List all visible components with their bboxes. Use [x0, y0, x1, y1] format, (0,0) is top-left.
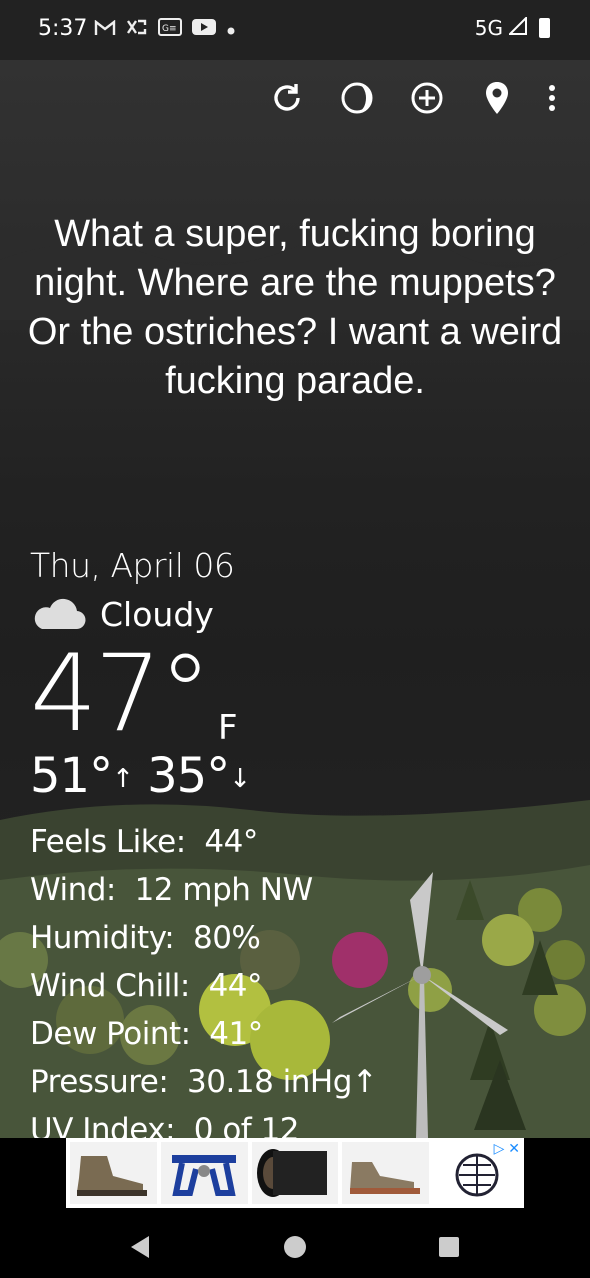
refresh-button[interactable]	[252, 82, 322, 118]
detail-humidity: Humidity: 80%	[30, 920, 261, 956]
temperature-unit: F	[218, 708, 238, 748]
back-icon	[126, 1236, 156, 1266]
up-arrow-icon: ↑	[112, 764, 134, 794]
signal-icon	[507, 15, 527, 40]
youtube-icon	[192, 18, 216, 42]
system-nav-bar	[0, 1218, 590, 1278]
more-vert-icon	[548, 84, 556, 117]
moon-icon	[339, 80, 375, 121]
high-low-row: 51°↑ 35°↓	[30, 748, 570, 804]
detail-dew-point: Dew Point: 41°	[30, 1016, 263, 1052]
detail-feels-like: Feels Like: 44°	[30, 824, 258, 860]
trail-shoe-image[interactable]	[342, 1142, 430, 1204]
current-temperature: 47°	[30, 632, 212, 755]
notification-icons: G≡	[94, 18, 236, 42]
date-label: Thu, April 06	[30, 546, 235, 585]
home-icon	[280, 1236, 310, 1266]
gmail-icon	[94, 19, 116, 42]
recents-icon	[434, 1237, 464, 1266]
climbing-harness-image[interactable]	[160, 1142, 248, 1204]
detail-uv-index: UV Index: 0 of 12	[30, 1112, 300, 1138]
weather-panel: Thu, April 06 Cloudy 47° F 51°↑ 35°↓ Fee…	[30, 546, 570, 1138]
weather-details: Feels Like: 44° Wind: 12 mph NW Humidity…	[30, 818, 570, 1138]
add-location-button[interactable]	[392, 82, 462, 118]
condition-row: Cloudy	[30, 593, 570, 636]
more-options-button[interactable]	[532, 82, 572, 118]
status-bar: 5:37 G≡ 5G	[0, 0, 590, 60]
down-arrow-icon: ↓	[229, 764, 251, 794]
svg-text:G≡: G≡	[162, 24, 177, 34]
weather-headline: What a super, fucking boring night. Wher…	[27, 213, 563, 402]
network-label: 5G	[474, 16, 503, 40]
camera-lens-image[interactable]	[251, 1142, 339, 1204]
low-temperature: 35°	[147, 748, 230, 804]
hiking-boot-image[interactable]	[70, 1142, 157, 1204]
ad-banner-area: ▷ ✕	[0, 1138, 590, 1218]
refresh-icon	[269, 80, 305, 121]
home-button[interactable]	[280, 1232, 310, 1262]
moon-phase-button[interactable]	[322, 82, 392, 118]
status-right: 5G	[474, 15, 550, 40]
ad-choices-icon[interactable]: ▷ ✕	[494, 1140, 520, 1157]
ad-banner[interactable]: ▷ ✕	[66, 1138, 524, 1208]
location-button[interactable]	[462, 80, 532, 121]
detail-wind-chill: Wind Chill: 44°	[30, 968, 263, 1004]
toolbar	[252, 80, 572, 121]
detail-pressure: Pressure: 30.18 inHg↑	[30, 1064, 378, 1100]
shuffle-icon	[126, 18, 148, 42]
cloud-icon	[30, 593, 86, 636]
status-time: 5:37	[38, 16, 88, 41]
battery-icon	[539, 18, 550, 38]
dot-icon	[226, 19, 236, 42]
recents-button[interactable]	[434, 1232, 464, 1262]
temperature-row: 47° F	[30, 638, 570, 750]
location-pin-icon	[482, 80, 512, 121]
detail-wind: Wind: 12 mph NW	[30, 872, 313, 908]
add-location-icon	[409, 80, 445, 121]
condition-label: Cloudy	[100, 595, 214, 634]
news-icon: G≡	[158, 18, 182, 42]
back-button[interactable]	[126, 1232, 156, 1262]
high-temperature: 51°	[30, 748, 113, 804]
weather-app: What a super, fucking boring night. Wher…	[0, 60, 590, 1138]
